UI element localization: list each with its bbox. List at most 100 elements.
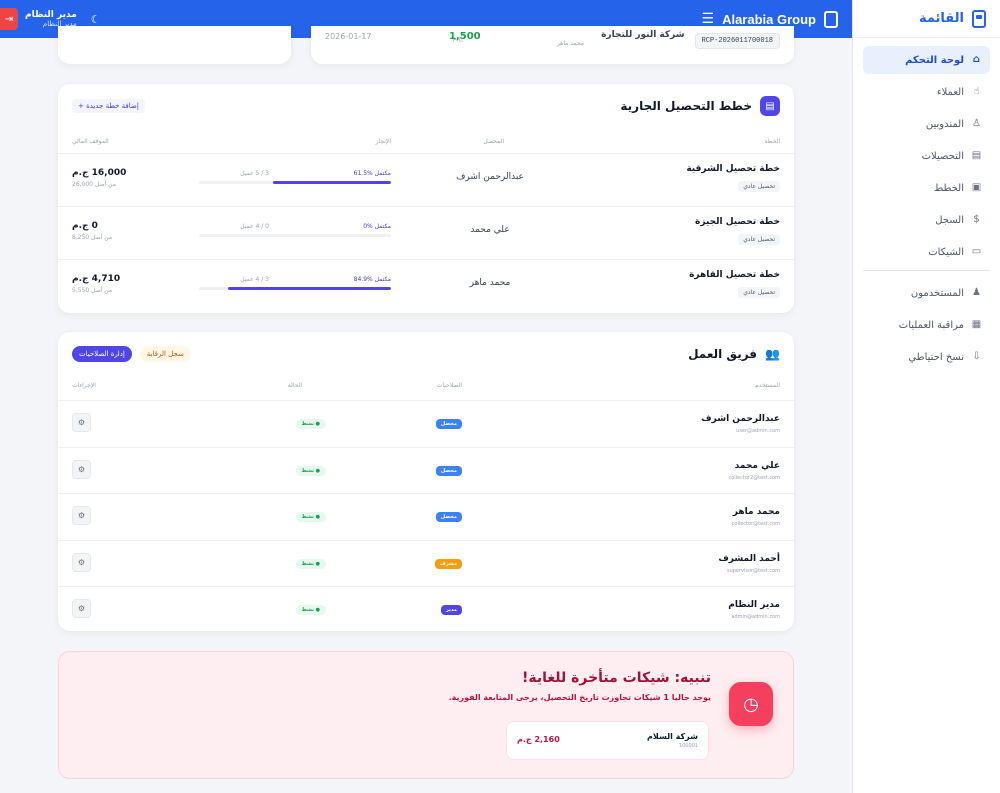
dark-mode-icon[interactable]: ☾ (91, 13, 101, 26)
nav-icon: ▤ (971, 150, 982, 161)
logout-button[interactable]: ⇥ (0, 8, 18, 30)
status-badge: ● نشط (295, 558, 326, 569)
user-email: supervisor@test.com (726, 567, 780, 574)
role-badge: محصل (435, 419, 462, 429)
sliders-icon[interactable]: ⚙ (72, 459, 91, 479)
table-row: علي محمد collector2@test.com محصل ● نشط ⚙ (58, 446, 794, 493)
table-row[interactable]: خطة تحصيل الشرقية تحصيل عادي عبدالرحمن اشر… (58, 153, 794, 206)
status-badge: ● نشط (295, 605, 326, 615)
team-card: 👥 فريق العمل سجل الرقابة إدارة الصلاحيات… (58, 332, 794, 631)
plans-actions: إضافة خطة جديدة + (72, 99, 145, 113)
add-plan-button[interactable]: إضافة خطة جديدة + (72, 99, 145, 113)
sidebar-header: القائمة (853, 0, 1000, 38)
sidebar-item[interactable]: ▦ مراقبة العمليات (863, 311, 990, 339)
progress-fill (272, 181, 391, 184)
col-collector: المحصل (483, 138, 504, 145)
status-badge: ● نشط (295, 419, 326, 429)
sidebar-item[interactable]: ♟ المستخدمون (863, 279, 990, 307)
role-badge: محصل (435, 465, 462, 476)
sidebar-item[interactable]: ▣ الخطط (863, 174, 990, 202)
sidebar-item-label: العملاء (936, 86, 964, 98)
plan-total: من أصل 26,000 (72, 181, 116, 188)
plan-type-badge: تحصيل عادي (738, 287, 780, 298)
nav-icon: ☝ (973, 86, 980, 97)
user-name: محمد ماهر (732, 507, 780, 517)
receipt-row: RCP-2026011700018 شركة النور للتجارة (325, 30, 780, 50)
table-row: مدير النظام admin@admin.com مدير ● نشط ⚙ (58, 586, 794, 632)
receipt-company: شركة النور للتجارة (601, 30, 685, 40)
sidebar-item[interactable]: ⇩ نسخ احتياطي (863, 343, 990, 371)
manage-permissions-button[interactable]: إدارة الصلاحيات (72, 346, 132, 362)
sliders-icon[interactable]: ⚙ (72, 599, 91, 618)
clock-icon: ◷ (729, 682, 773, 726)
sidebar-item-label: الخطط (934, 182, 964, 194)
sidebar-item[interactable]: ☝ العملاء (863, 78, 990, 106)
sidebar-item[interactable]: ⌂ لوحة التحكم (863, 46, 990, 74)
plan-collector: محمد ماهر (469, 278, 511, 288)
sidebar-item-label: السجل (935, 214, 964, 226)
sidebar-item[interactable]: $ السجل (863, 206, 990, 234)
receipt-date: 2026-01-17 (325, 32, 372, 41)
col-actions: الإجراءات (72, 382, 96, 389)
alert-text: يوجد حاليا 1 شيكات تجاوزت تاريخ التحصيل،… (448, 693, 711, 702)
plans-header: ▤ خطط التحصيل الجارية إضافة خطة جديدة + (72, 95, 780, 117)
sidebar-item-label: الشيكات (928, 246, 964, 258)
sidebar-item-label: مراقبة العمليات (898, 319, 964, 331)
sidebar-nav: ⌂ لوحة التحكم ☝ العملاء ♙ المندوبين ▤ التحصيلات… (853, 38, 1000, 383)
col-status: الحالة (287, 382, 302, 389)
receipt-collector: محمد ماهر (556, 40, 584, 47)
plan-client-count: 3 / 4 عميل (240, 276, 269, 283)
overdue-checks-alert: ◷ تنبيه: شيكات متأخرة للغاية! يوجد حاليا… (58, 651, 794, 779)
sliders-icon[interactable]: ⚙ (72, 413, 91, 432)
sliders-icon[interactable]: ⚙ (72, 552, 91, 572)
team-title: فريق العمل (688, 347, 758, 361)
table-row: محمد ماهر collector@test.com محصل ● نشط ⚙ (58, 493, 794, 539)
hamburger-icon[interactable]: ☰ (702, 11, 715, 27)
status-badge: ● نشط (295, 512, 326, 522)
check-company: شركة السلام (647, 732, 698, 741)
table-row[interactable]: خطة تحصيل القاهرة تحصيل عادي محمد ماهر 84.9… (58, 259, 794, 312)
plan-total: من أصل 8,250 (72, 234, 113, 241)
col-financial: الموقف المالي (72, 138, 109, 145)
check-number: 100001 (678, 743, 698, 749)
nav-icon: ♟ (972, 287, 981, 298)
team-header: 👥 فريق العمل سجل الرقابة إدارة الصلاحيات (72, 343, 780, 365)
role-badge: محصل (435, 512, 462, 522)
plan-collector: علي محمد (470, 225, 510, 235)
sidebar: القائمة ⌂ لوحة التحكم ☝ العملاء ♙ المندوبين ▤ ا… (852, 0, 1000, 793)
sidebar-item-label: لوحة التحكم (905, 54, 964, 66)
nav-icon: ⇩ (972, 351, 981, 362)
progress-bar (199, 287, 391, 290)
nav-icon: $ (973, 214, 980, 225)
plan-percent: 0% مكتمل (363, 223, 391, 230)
sidebar-item[interactable]: ♙ المندوبين (863, 110, 990, 138)
alert-title: تنبيه: شيكات متأخرة للغاية! (521, 670, 711, 686)
plan-collected-amount: 4,710 ج.م (72, 274, 121, 284)
plan-total: من أصل 5,550 (72, 287, 113, 294)
audit-log-button[interactable]: سجل الرقابة (139, 346, 191, 362)
user-email: admin@admin.com (731, 614, 780, 620)
check-amount: 2,160 ج.م (517, 735, 560, 744)
receipt-code: RCP-2026011700018 (694, 33, 780, 49)
sidebar-item-label: المستخدمون (910, 287, 964, 299)
progress-bar (199, 181, 391, 184)
nav-icon: ▣ (971, 182, 982, 193)
table-row[interactable]: خطة تحصيل الجيزة تحصيل عادي علي محمد 0% مكت… (58, 206, 794, 259)
calculator-icon (972, 9, 986, 28)
sidebar-item-label: المندوبين (925, 118, 964, 130)
nav-icon: ▭ (971, 246, 982, 257)
collection-plans-card: ▤ خطط التحصيل الجارية إضافة خطة جديدة + … (58, 84, 794, 313)
plan-percent: 84.9% مكتمل (353, 276, 391, 283)
sliders-icon[interactable]: ⚙ (72, 506, 91, 525)
sidebar-item[interactable]: ▤ التحصيلات (863, 142, 990, 170)
overdue-check-item[interactable]: شركة السلام 100001 2,160 ج.م (506, 721, 709, 760)
clipboard-icon: ▤ (760, 96, 780, 116)
table-row: عبدالرحمن اشرف user@admin.com محصل ● نشط ⚙ (58, 400, 794, 446)
sidebar-item[interactable]: ▭ الشيكات (863, 238, 990, 266)
plans-title: خطط التحصيل الجارية (620, 99, 752, 113)
nav-icon: ▦ (971, 319, 982, 330)
calculator-icon (824, 10, 838, 28)
col-plan: الخطة (764, 138, 780, 145)
status-badge: ● نشط (295, 465, 326, 476)
recent-receipt-card: RCP-2026011700018 شركة النور للتجارة محم… (311, 26, 794, 64)
